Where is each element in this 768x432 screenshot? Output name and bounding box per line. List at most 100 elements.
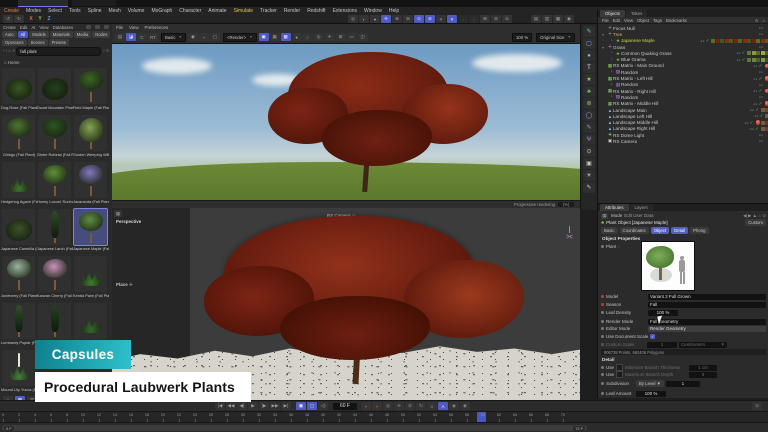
viewport-menu-icon[interactable]: ▦ (114, 210, 122, 217)
next-frame-button[interactable]: |▶ (259, 402, 269, 410)
mode-items[interactable]: Edit User Data (624, 213, 653, 218)
ab-menu-databases[interactable]: Databases (53, 25, 74, 30)
attr-tab-coordinates[interactable]: Coordinates (620, 227, 649, 234)
pv-menu-file[interactable]: File (116, 25, 123, 30)
grid-icon[interactable]: ▦ (270, 33, 280, 41)
material-swatch[interactable] (761, 127, 765, 131)
tab-objects[interactable]: Objects (600, 10, 625, 17)
fit-icon[interactable]: ⊞ (336, 33, 346, 41)
character-icon[interactable]: ✛ (381, 15, 391, 23)
attr-tab-detail[interactable]: Detail (671, 227, 688, 234)
visibility-dots-icon[interactable]: ●● (759, 70, 763, 74)
material-swatch[interactable] (761, 39, 765, 43)
axis-lock-z[interactable]: Z (45, 15, 53, 23)
menu-volume[interactable]: Volume (128, 8, 145, 14)
size-dropdown[interactable]: Original Size▼ (536, 33, 575, 42)
menu-character[interactable]: Character (179, 8, 201, 14)
material-swatch[interactable] (761, 121, 765, 125)
asset-item[interactable]: Honey Locust 'Sunbur... (37, 161, 73, 208)
asset-item[interactable]: Jacaranda (Fall Plant) (73, 161, 109, 208)
text-tool-icon[interactable]: T (583, 62, 595, 73)
crowd-icon[interactable]: ⊕ (392, 15, 402, 23)
material-swatch[interactable] (734, 39, 738, 43)
material-swatch[interactable] (747, 51, 751, 55)
asset-item[interactable]: Japanese Maple (Fall ... (73, 208, 109, 255)
menu-spline[interactable]: Spline (88, 8, 102, 14)
obj-menu-bookmarks[interactable]: Bookmarks (666, 18, 687, 23)
object-name[interactable]: Grass (613, 45, 625, 50)
add-icon[interactable]: + (199, 33, 209, 41)
filter-icon[interactable]: ≡ (106, 48, 109, 54)
record-rotation-icon[interactable]: ↻ (416, 402, 426, 410)
range-start-handle[interactable]: 0 F (4, 426, 14, 431)
record-position-icon[interactable]: ✛ (394, 402, 404, 410)
filter-operators[interactable]: Operators (2, 39, 27, 46)
material-swatch[interactable] (716, 39, 720, 43)
ab-menu-view[interactable]: View (39, 25, 48, 30)
ab-menu-ai[interactable]: AI (31, 25, 35, 30)
prev-key-button[interactable]: ◀◀ (226, 402, 236, 410)
render-mode-dropdown[interactable]: Full Geometry (648, 319, 766, 325)
visibility-dots-icon[interactable]: ●● (759, 139, 763, 143)
object-name[interactable]: Blue Grama (621, 57, 646, 62)
circle-select-icon[interactable]: ○ (303, 33, 313, 41)
workplane-icon[interactable]: ⊞ (480, 15, 490, 23)
min-branch-use-checkbox[interactable] (616, 364, 623, 371)
mode-icon[interactable]: ▦ (601, 213, 608, 219)
autokeying-button[interactable]: A (438, 402, 448, 410)
redshift-material-tag-icon[interactable] (765, 89, 768, 94)
object-tree-row[interactable]: ·▣RS Camera●● (598, 138, 768, 144)
material-swatch[interactable] (761, 108, 765, 112)
asset-item[interactable]: Kanzan Cherry (Fall Pl... (37, 255, 73, 302)
attr-tab-basic[interactable]: Basic (601, 227, 618, 234)
preview-range-slider[interactable]: 0 F 72 F (2, 425, 587, 431)
plant-preview-thumbnail[interactable] (641, 241, 695, 291)
next-key-button[interactable]: ▶▶ (270, 402, 280, 410)
rt-label[interactable]: RT (148, 33, 158, 41)
object-name[interactable]: RS Matrix - Main Ground (613, 63, 664, 68)
object-name[interactable]: RS Camera (613, 139, 637, 144)
enabled-check-icon[interactable]: ✓ (754, 126, 760, 132)
axis-lock-x[interactable]: X (27, 15, 35, 23)
render-picture-viewer-button[interactable]: ▥ (542, 15, 552, 23)
ab-compare-icon[interactable]: ◪ (126, 33, 136, 41)
material-sphere-icon[interactable]: ● (292, 33, 302, 41)
asset-item[interactable]: Globe Robinia (Fall Pl... (37, 114, 73, 161)
sound-toggle-icon[interactable]: ◁) (318, 402, 328, 410)
ab-window-button-0[interactable] (86, 25, 91, 29)
tab-attributes[interactable]: Attributes (600, 204, 629, 211)
visibility-dots-icon[interactable]: ●● (759, 45, 763, 49)
pv-menu-preferences[interactable]: Preferences (145, 25, 169, 30)
attr-tab-phong[interactable]: Phong (690, 227, 708, 234)
ab-menu-create[interactable]: Create (3, 25, 16, 30)
timeline-clock-icon[interactable]: ⊙ (414, 15, 424, 23)
asset-item[interactable]: Golden Weeping Willo... (73, 114, 109, 161)
max-branch-field[interactable]: 3 (689, 372, 717, 378)
record-objects-button[interactable]: ● (372, 402, 382, 410)
enabled-check-icon[interactable]: ✓ (758, 101, 764, 107)
mograph-icon[interactable]: ★ (583, 74, 595, 85)
asset-item[interactable]: Field Maple (Fall Plant) (73, 67, 109, 114)
material-swatch[interactable] (752, 58, 756, 62)
ab-menu-edit[interactable]: Edit (20, 25, 27, 30)
search-input[interactable]: fall plant (16, 47, 101, 56)
loop-toggle-icon[interactable]: ▣ (296, 402, 306, 410)
filter-nodes[interactable]: Nodes (92, 31, 110, 38)
subdivision-mode-dropdown[interactable]: By Level ▼ (636, 380, 664, 387)
material-ball-icon[interactable]: ● (370, 15, 380, 23)
key-settings-icon[interactable]: ⊙ (752, 402, 762, 410)
goto-end-button[interactable]: ▶| (281, 402, 291, 410)
breadcrumb[interactable]: ⌂ Home (4, 60, 20, 65)
cube-primitive-icon[interactable]: ▢ (583, 38, 595, 49)
target-icon[interactable]: ◎ (314, 33, 324, 41)
light-icon[interactable]: ☀ (583, 170, 595, 181)
menu-extensions[interactable]: Extensions (333, 8, 357, 14)
goto-start-button[interactable]: |◀ (215, 402, 225, 410)
current-frame-field[interactable]: 60 F (333, 403, 357, 410)
menu-redshift[interactable]: Redshift (307, 8, 325, 14)
filter-models[interactable]: Models (29, 31, 49, 38)
material-swatch[interactable] (720, 39, 724, 43)
enabled-check-icon[interactable]: ✓ (758, 88, 764, 94)
visibility-dots-icon[interactable]: ●● (759, 95, 763, 99)
obj-menu-tags[interactable]: Tags (653, 18, 662, 23)
